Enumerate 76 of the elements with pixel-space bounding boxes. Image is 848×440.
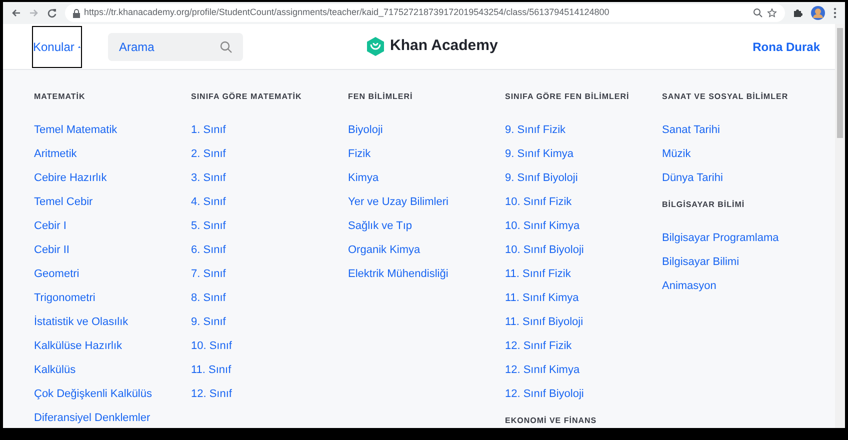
- topic-link[interactable]: 10. Sınıf Kimya: [505, 214, 580, 238]
- topic-link[interactable]: 12. Sınıf Fizik: [505, 334, 572, 358]
- topic-link[interactable]: 10. Sınıf: [191, 334, 232, 358]
- topic-link[interactable]: 2. Sınıf: [191, 142, 226, 166]
- topic-link[interactable]: 3. Sınıf: [191, 166, 226, 190]
- topic-link[interactable]: 12. Sınıf Kimya: [505, 358, 580, 382]
- topic-link[interactable]: 10. Sınıf Fizik: [505, 190, 572, 214]
- topic-link[interactable]: Çok Değişkenli Kalkülüs: [34, 382, 152, 406]
- topic-link[interactable]: Müzik: [662, 142, 691, 166]
- topic-link[interactable]: Bilgisayar Programlama: [662, 226, 779, 250]
- topic-link[interactable]: 12. Sınıf: [191, 382, 232, 406]
- section-heading: SINIFA GÖRE MATEMATİK: [191, 91, 303, 103]
- topic-link[interactable]: Trigonometri: [34, 286, 96, 310]
- puzzle-icon[interactable]: [793, 8, 803, 18]
- topic-link[interactable]: Diferansiyel Denklemler: [34, 406, 150, 428]
- topic-link[interactable]: 11. Sınıf Kimya: [505, 286, 579, 310]
- topic-link[interactable]: 9. Sınıf Biyoloji: [505, 166, 578, 190]
- topic-link[interactable]: 9. Sınıf Kimya: [505, 142, 574, 166]
- topic-link[interactable]: Biyoloji: [348, 118, 383, 142]
- topic-link[interactable]: 7. Sınıf: [191, 262, 226, 286]
- topics-button[interactable]: Konular: [32, 26, 82, 68]
- topic-link[interactable]: İstatistik ve Olasılık: [34, 310, 128, 334]
- topic-link[interactable]: 12. Sınıf Biyoloji: [505, 382, 584, 406]
- topic-link[interactable]: 9. Sınıf: [191, 310, 226, 334]
- topic-link[interactable]: Sanat Tarihi: [662, 118, 720, 142]
- avatar-icon[interactable]: [811, 6, 825, 20]
- topic-link[interactable]: 11. Sınıf: [191, 358, 232, 382]
- topic-link[interactable]: Temel Matematik: [34, 118, 118, 142]
- topic-link[interactable]: Sağlık ve Tıp: [348, 214, 412, 238]
- topic-link[interactable]: Kalkülüs: [34, 358, 76, 382]
- topic-link[interactable]: 4. Sınıf: [191, 190, 226, 214]
- reload-icon[interactable]: [47, 8, 57, 18]
- topic-link[interactable]: Cebir II: [34, 238, 70, 262]
- address-bar[interactable]: https://tr.khanacademy.org/profile/StudentCount/assignments/teacher/kaid_717527218739172019543254/class/5613794514124800: [65, 4, 785, 22]
- topic-link[interactable]: Temel Cebir: [34, 190, 93, 214]
- section-heading: FEN BİLİMLERİ: [348, 91, 414, 103]
- user-link[interactable]: Rona Durak: [752, 38, 820, 56]
- topic-link[interactable]: Bilgisayar Bilimi: [662, 250, 740, 274]
- section-heading: MATEMATİK: [34, 91, 86, 103]
- topic-link[interactable]: 10. Sınıf Biyoloji: [505, 238, 584, 262]
- url-text: https://tr.khanacademy.org/profile/StudentCount/assignments/teacher/kaid_717527218739172019543254/class/5613794514124800: [84, 6, 610, 20]
- scrollbar-thumb[interactable]: [837, 28, 843, 138]
- topic-link[interactable]: Fizik: [348, 142, 371, 166]
- topic-link[interactable]: Kimya: [348, 166, 379, 190]
- section-heading: SANAT VE SOSYAL BİLİMLER: [662, 91, 790, 103]
- topic-link[interactable]: 5. Sınıf: [191, 214, 226, 238]
- section-heading: BİLGİSAYAR BİLİMİ: [662, 199, 746, 211]
- topic-link[interactable]: 8. Sınıf: [191, 286, 226, 310]
- search-icon: [220, 40, 232, 52]
- back-icon[interactable]: [11, 8, 21, 18]
- topic-link[interactable]: 11. Sınıf Biyoloji: [505, 310, 584, 334]
- topic-link[interactable]: Organik Kimya: [348, 238, 420, 262]
- zoom-icon[interactable]: [753, 8, 763, 18]
- topic-link[interactable]: Kalkülüse Hazırlık: [34, 334, 122, 358]
- logo-icon: [367, 36, 384, 56]
- topic-link[interactable]: Geometri: [34, 262, 80, 286]
- lock-icon: [73, 8, 80, 18]
- topic-link[interactable]: Cebire Hazırlık: [34, 166, 107, 190]
- topic-link[interactable]: Animasyon: [662, 274, 716, 298]
- topic-link[interactable]: Elektrik Mühendisliği: [348, 262, 448, 286]
- topic-link[interactable]: Yer ve Uzay Bilimleri: [348, 190, 448, 214]
- topic-link[interactable]: 6. Sınıf: [191, 238, 226, 262]
- menu-icon[interactable]: [833, 7, 837, 19]
- star-icon[interactable]: [767, 8, 777, 18]
- topic-link[interactable]: Aritmetik: [34, 142, 77, 166]
- caret-icon: [78, 44, 81, 48]
- search-field[interactable]: Arama: [108, 32, 243, 60]
- topic-link[interactable]: Dünya Tarihi: [662, 166, 723, 190]
- section-heading: SINIFA GÖRE FEN BİLİMLERİ: [505, 91, 630, 103]
- topic-link[interactable]: 11. Sınıf Fizik: [505, 262, 571, 286]
- section-heading: EKONOMİ VE FİNANS: [505, 415, 598, 427]
- topic-link[interactable]: Cebir I: [34, 214, 66, 238]
- scrollbar[interactable]: [835, 24, 845, 428]
- topic-link[interactable]: 9. Sınıf Fizik: [505, 118, 566, 142]
- logo-text[interactable]: Khan Academy: [390, 35, 498, 58]
- topic-link[interactable]: 1. Sınıf: [191, 118, 226, 142]
